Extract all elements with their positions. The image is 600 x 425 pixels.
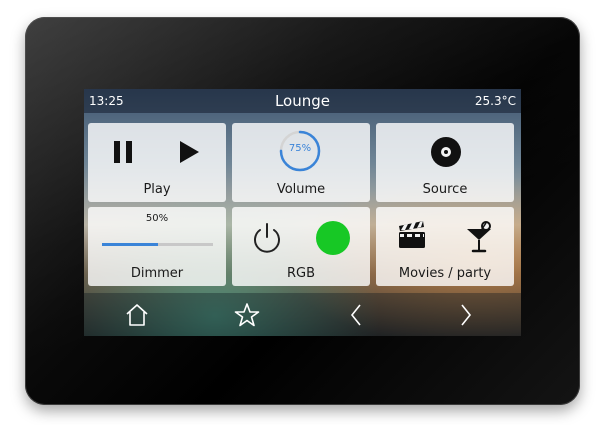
next-page-button[interactable] bbox=[451, 303, 481, 327]
previous-page-button[interactable] bbox=[341, 303, 371, 327]
pause-icon[interactable] bbox=[114, 141, 134, 163]
home-button[interactable] bbox=[122, 303, 152, 327]
status-bar: 13:25 Lounge 25.3°C bbox=[84, 89, 521, 113]
temperature-readout: 25.3°C bbox=[474, 94, 516, 108]
chevron-right-icon bbox=[461, 304, 472, 326]
source-tile-label: Source bbox=[422, 182, 468, 197]
rgb-tile[interactable]: RGB bbox=[232, 207, 370, 286]
scene-tile[interactable]: Movies / party bbox=[376, 207, 514, 286]
clapper-icon[interactable] bbox=[396, 219, 428, 251]
disc-icon bbox=[431, 137, 461, 167]
play-icon[interactable] bbox=[180, 141, 199, 163]
star-icon bbox=[234, 303, 260, 327]
scene-tile-label: Movies / party bbox=[398, 266, 492, 281]
dimmer-slider[interactable] bbox=[102, 243, 213, 246]
dimmer-tile[interactable]: 50% Dimmer bbox=[88, 207, 226, 286]
dimmer-slider-fill bbox=[102, 243, 158, 246]
rgb-tile-label: RGB bbox=[286, 266, 316, 281]
dimmer-value: 50% bbox=[145, 213, 169, 224]
chevron-left-icon bbox=[350, 304, 361, 326]
bottom-navigation bbox=[84, 293, 521, 336]
dimmer-tile-label: Dimmer bbox=[130, 266, 184, 281]
volume-value: 75% bbox=[288, 143, 312, 154]
play-tile[interactable]: Play bbox=[88, 123, 226, 202]
play-tile-label: Play bbox=[143, 182, 171, 197]
rgb-color-swatch[interactable] bbox=[316, 221, 350, 255]
touch-screen: 13:25 Lounge 25.3°C Play 75% Volume Sour… bbox=[84, 89, 521, 336]
favorites-button[interactable] bbox=[232, 303, 262, 327]
power-icon[interactable] bbox=[250, 221, 284, 255]
cocktail-icon[interactable] bbox=[464, 219, 494, 253]
source-tile[interactable]: Source bbox=[376, 123, 514, 202]
home-icon bbox=[126, 304, 148, 326]
volume-tile-label: Volume bbox=[276, 182, 326, 197]
volume-tile[interactable]: 75% Volume bbox=[232, 123, 370, 202]
room-title: Lounge bbox=[274, 92, 331, 110]
